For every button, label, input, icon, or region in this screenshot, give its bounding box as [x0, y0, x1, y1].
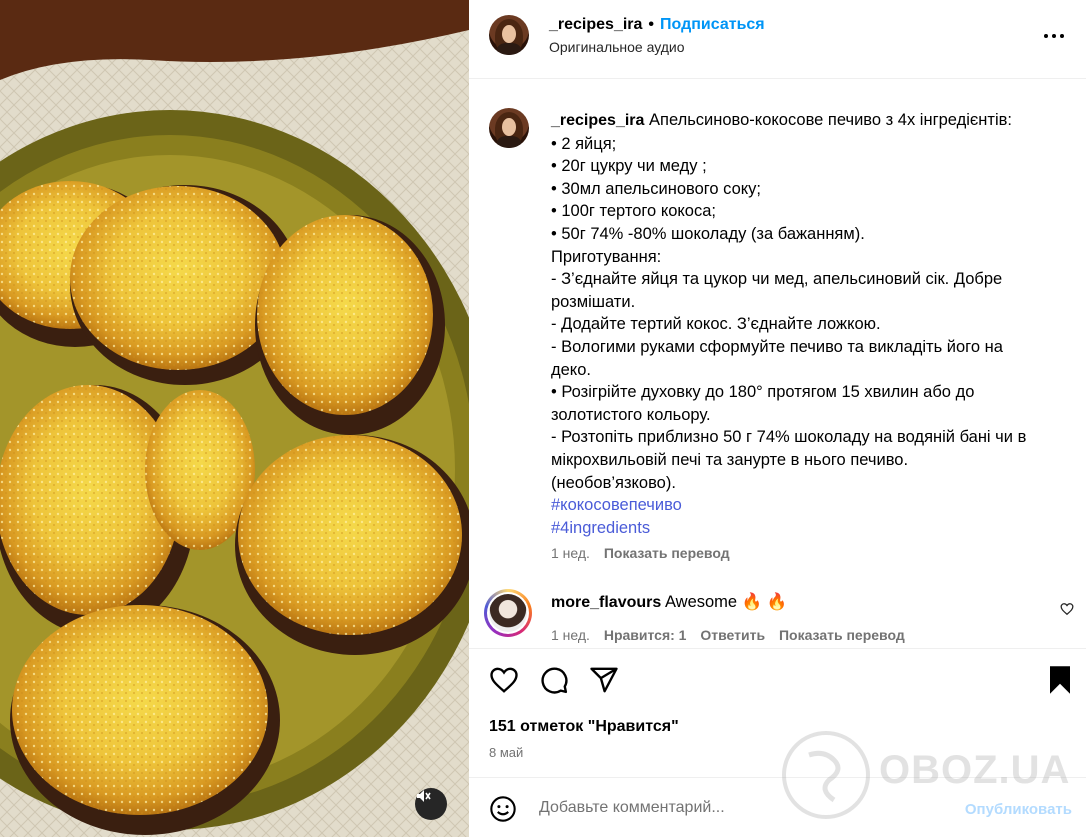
comment-like-icon[interactable] [1060, 602, 1074, 616]
hashtag-link[interactable]: #4ingredients [551, 517, 1071, 540]
caption-line: (необов’язково). [551, 473, 676, 492]
more-options-icon[interactable] [1044, 30, 1068, 42]
caption-line: - Додайте тертий кокос. З’єднайте ложкою… [551, 315, 881, 334]
caption-line: Приготування: [551, 247, 662, 266]
like-heart-icon[interactable] [489, 665, 519, 695]
separator-dot: • [648, 16, 655, 33]
watermark: OBOZ.UA [779, 730, 1079, 820]
comment-translate-button[interactable]: Показать перевод [779, 627, 905, 643]
caption-line: деко. [551, 360, 591, 379]
comment-likes-count[interactable]: Нравится: 1 [604, 627, 687, 643]
hashtag-link[interactable]: #кокосовепечиво [551, 494, 1071, 517]
globe-logo-icon [782, 731, 870, 819]
speaker-muted-icon [417, 790, 431, 802]
comment-meta: 1 нед. Нравится: 1 Ответить Показать пер… [551, 627, 905, 643]
caption-time[interactable]: 1 нед. [551, 545, 590, 561]
save-bookmark-icon[interactable] [1047, 665, 1073, 695]
likes-count[interactable]: 151 отметок "Нравится" [489, 718, 679, 736]
caption-line: - З’єднайте яйця та цукор чи мед, апельс… [551, 270, 1003, 289]
caption: _recipes_ira Апельсиново-кокосове печиво… [551, 109, 1071, 539]
audio-label[interactable]: Оригинальное аудио [549, 39, 685, 55]
caption-avatar[interactable] [489, 108, 529, 148]
post-header: _recipes_ira • Подписаться Оригинальное ау… [469, 0, 1086, 79]
share-icon[interactable] [589, 665, 619, 695]
caption-line: мікрохвильовій печі та занурте в нього п… [551, 450, 909, 469]
comment-body: Awesome 🔥 🔥 [664, 593, 788, 611]
caption-line: Апельсиново-кокосове печиво з 4х інгреді… [649, 111, 1012, 129]
caption-line: золотистого кольору. [551, 405, 711, 424]
caption-line: • Розігрійте духовку до 180° протягом 15… [551, 383, 975, 402]
follow-button[interactable]: Подписаться [660, 16, 765, 33]
commenter-avatar[interactable] [484, 589, 532, 637]
author-line: _recipes_ira • Подписаться [549, 15, 765, 35]
caption-line: - Розтопіть приблизно 50 г 74% шоколаду … [551, 428, 1027, 447]
caption-line: • 20г цукру чи меду ; [551, 157, 707, 176]
caption-line: • 2 яйця; [551, 134, 617, 153]
caption-line: розмішати. [551, 292, 636, 311]
post-panel: _recipes_ira • Подписаться Оригинальное ау… [469, 0, 1086, 837]
cookies-photo [0, 0, 469, 837]
caption-line: • 50г 74% -80% шоколаду (за бажанням). [551, 224, 865, 243]
watermark-text: OBOZ.UA [879, 748, 1071, 792]
author-avatar[interactable] [489, 15, 529, 55]
caption-translate-button[interactable]: Показать перевод [604, 545, 730, 561]
commenter-username[interactable]: more_flavours [551, 594, 661, 611]
author-username[interactable]: _recipes_ira [549, 16, 642, 33]
emoji-icon[interactable] [489, 795, 517, 823]
caption-line: • 30мл апельсинового соку; [551, 179, 762, 198]
comment-icon[interactable] [539, 665, 569, 695]
comment-time[interactable]: 1 нед. [551, 627, 590, 643]
post-date[interactable]: 8 май [489, 745, 523, 760]
mute-button[interactable] [415, 788, 447, 820]
caption-line: • 100г тертого кокоса; [551, 202, 716, 221]
caption-meta: 1 нед. Показать перевод [551, 545, 730, 561]
post-image[interactable] [0, 0, 469, 837]
comment: more_flavours Awesome 🔥 🔥 [551, 593, 787, 612]
caption-line: - Вологими руками сформуйте печиво та ви… [551, 337, 1003, 356]
reply-button[interactable]: Ответить [700, 627, 765, 643]
caption-username[interactable]: _recipes_ira [551, 112, 644, 129]
